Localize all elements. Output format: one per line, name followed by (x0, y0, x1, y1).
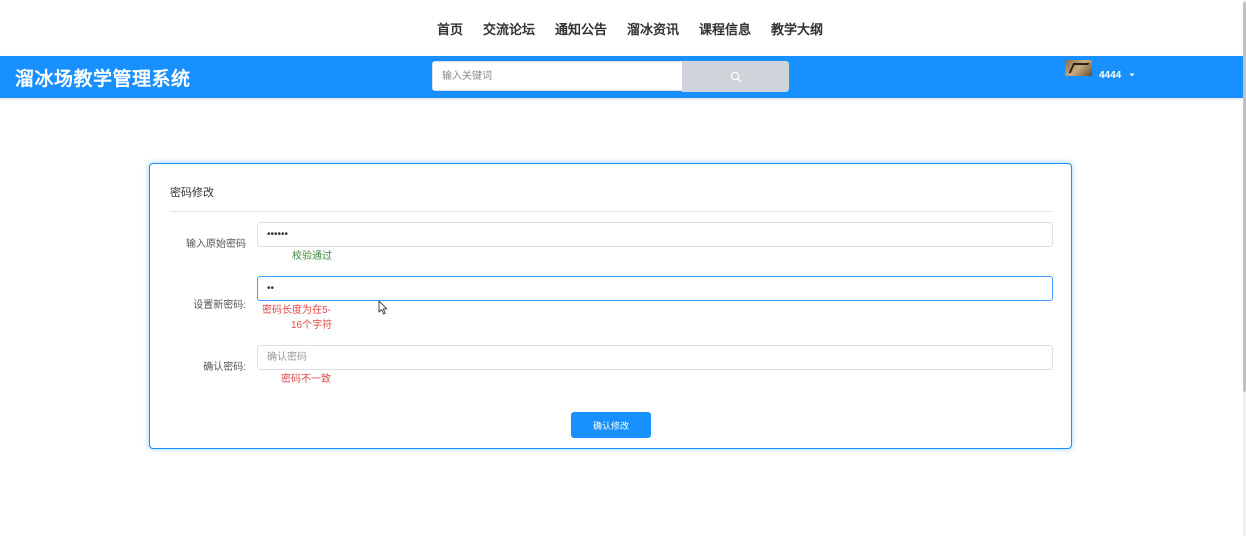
new-password-error-line2: 16个字符 (291, 320, 333, 331)
confirm-password-error-message: 密码不一致 (281, 374, 331, 385)
nav-item-notices[interactable]: 通知公告 (555, 19, 607, 38)
password-change-card: 密码修改 输入原始密码 校验通过 设置新密码: 密码长度为在5- 16个字符 确… (149, 163, 1072, 449)
header-bar: 溜冰场教学管理系统 4444 (0, 56, 1243, 98)
confirm-password-label: 确认密码: (203, 362, 246, 373)
old-password-label: 输入原始密码 (186, 239, 246, 250)
caret-down-icon[interactable] (1129, 73, 1135, 77)
card-title: 密码修改 (170, 187, 214, 199)
card-divider (170, 211, 1052, 212)
nav-item-home[interactable]: 首页 (437, 19, 463, 38)
confirm-change-button[interactable]: 确认修改 (571, 412, 651, 438)
old-password-input[interactable] (257, 222, 1053, 247)
nav-item-news[interactable]: 溜冰资讯 (627, 19, 679, 38)
nav-item-forum[interactable]: 交流论坛 (483, 19, 535, 38)
username[interactable]: 4444 (1099, 70, 1121, 81)
new-password-input[interactable] (257, 276, 1053, 301)
new-password-error-line1: 密码长度为在5- (262, 305, 331, 316)
old-password-valid-message: 校验通过 (292, 251, 332, 262)
nav-item-courses[interactable]: 课程信息 (699, 19, 751, 38)
top-nav: 首页 交流论坛 通知公告 溜冰资讯 课程信息 教学大纲 (0, 0, 1246, 56)
new-password-label: 设置新密码: (193, 300, 246, 311)
nav-item-syllabus[interactable]: 教学大纲 (771, 19, 823, 38)
search-button[interactable] (682, 61, 789, 92)
search-icon (730, 71, 741, 82)
avatar[interactable] (1065, 60, 1092, 76)
user-menu[interactable]: 4444 (1065, 59, 1135, 89)
search-input[interactable] (432, 61, 682, 91)
mouse-pointer-icon (378, 300, 388, 315)
confirm-password-input[interactable] (257, 345, 1053, 370)
site-brand: 溜冰场教学管理系统 (15, 69, 191, 90)
